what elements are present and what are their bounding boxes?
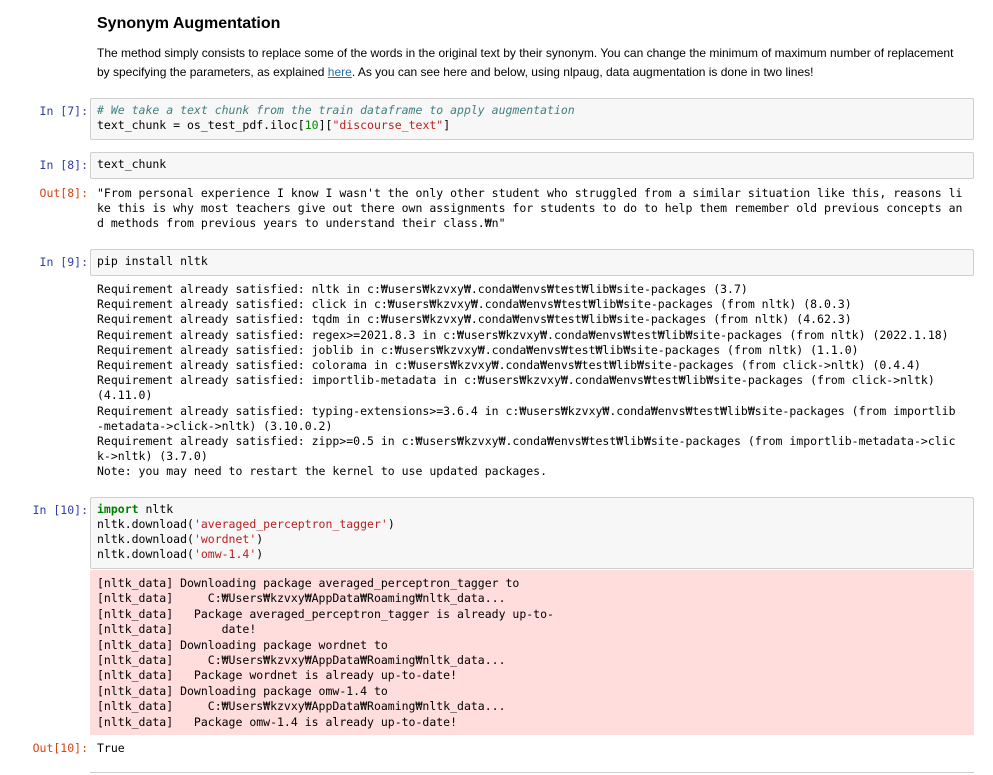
cell-8-code-editor[interactable]: text_chunk <box>90 152 974 179</box>
next-cell-border <box>90 772 974 773</box>
cell-10-output: True <box>97 741 125 755</box>
cell-10-stderr-output: [nltk_data] Downloading package averaged… <box>90 570 974 735</box>
cell-10-code-editor[interactable]: import nltk nltk.download('averaged_perc… <box>90 497 974 569</box>
cell-9-input-prompt: In [9]: <box>39 255 88 269</box>
section-title: Synonym Augmentation <box>97 15 281 32</box>
code-comment: # We take a text chunk from the train da… <box>97 103 575 117</box>
cell-8-input-prompt: In [8]: <box>39 158 88 172</box>
cell-8-output-prompt: Out[8]: <box>39 186 88 200</box>
code-text: ] <box>443 118 451 132</box>
cell-8-output: "From personal experience I know I wasn'… <box>97 186 963 231</box>
cell-9-output: Requirement already satisfied: nltk in c… <box>97 282 956 479</box>
paragraph-text-2: . As you can see here and below, using n… <box>351 65 814 79</box>
cell-10-output-prompt: Out[10]: <box>32 741 88 755</box>
code-text: ][ <box>318 118 333 132</box>
cell-10-input-prompt: In [10]: <box>32 503 88 517</box>
cell-7-input-prompt: In [7]: <box>39 104 88 118</box>
code-text: text_chunk = os_test_pdf.iloc[ <box>97 118 305 132</box>
markdown-cell[interactable]: Synonym Augmentation The method simply c… <box>97 14 957 82</box>
code-string: 'omw-1.4' <box>193 547 257 561</box>
code-text: ) <box>256 547 264 561</box>
code-text: nltk <box>138 502 174 516</box>
code-text: nltk.download( <box>97 532 194 546</box>
cell-7-code-editor[interactable]: # We take a text chunk from the train da… <box>90 98 974 140</box>
here-link[interactable]: here <box>328 65 352 79</box>
markdown-paragraph: The method simply consists to replace so… <box>97 44 957 82</box>
code-string: "discourse_text" <box>332 118 444 132</box>
code-string: 'averaged_perceptron_tagger' <box>193 517 388 531</box>
code-text: ) <box>256 532 264 546</box>
code-number: 10 <box>304 118 319 132</box>
code-text: nltk.download( <box>97 547 194 561</box>
code-text: ) <box>387 517 395 531</box>
code-string: 'wordnet' <box>193 532 257 546</box>
code-text: nltk.download( <box>97 517 194 531</box>
code-text: text_chunk <box>97 157 167 171</box>
code-keyword: import <box>97 502 139 516</box>
code-text: pip install nltk <box>97 254 208 268</box>
cell-9-code-editor[interactable]: pip install nltk <box>90 249 974 276</box>
